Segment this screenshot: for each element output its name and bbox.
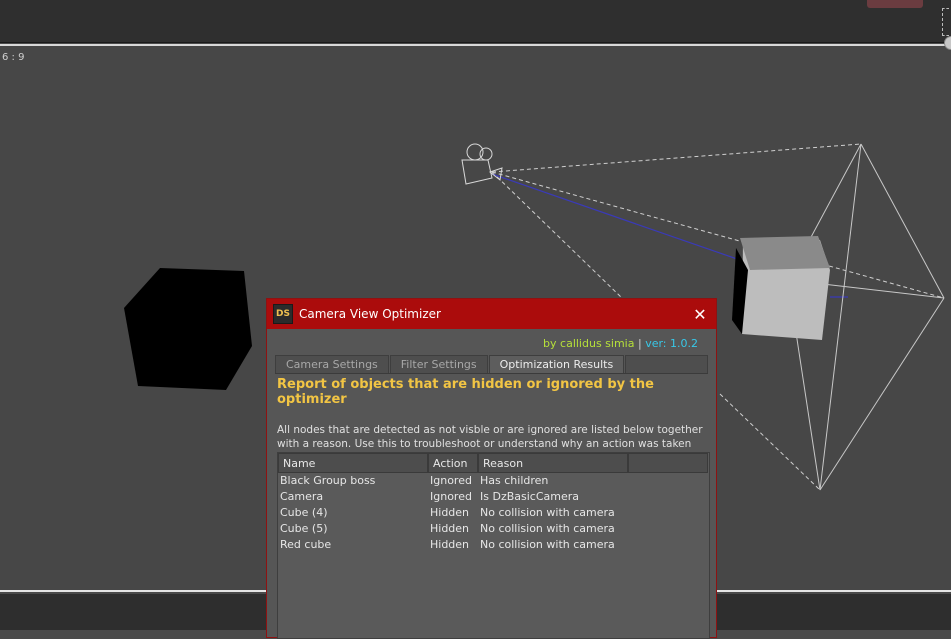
report-title: Report of objects that are hidden or ign… <box>277 377 654 407</box>
black-cube <box>124 268 252 390</box>
tab-bar-filler <box>625 355 708 373</box>
ds-logo-icon: DS <box>273 304 293 324</box>
top-toolbar <box>0 0 951 43</box>
close-icon: ✕ <box>693 304 707 324</box>
results-table[interactable]: Name Action Reason Black Group boss Igno… <box>277 452 710 639</box>
cell-reason: No collision with camera <box>480 538 615 551</box>
camera-view-optimizer-dialog: DS Camera View Optimizer ✕ by callidus s… <box>266 298 717 639</box>
camera-view-line <box>491 173 741 261</box>
cell-reason: Has children <box>480 474 549 487</box>
tab-optimization-results[interactable]: Optimization Results <box>488 355 625 373</box>
viewport-corner-marker <box>942 8 949 36</box>
cell-name: Camera <box>280 490 324 503</box>
cell-action: Hidden <box>430 538 470 551</box>
close-button[interactable]: ✕ <box>690 304 710 324</box>
camera-icon <box>461 143 503 185</box>
cell-action: Hidden <box>430 522 470 535</box>
tab-filter-settings[interactable]: Filter Settings <box>389 355 488 373</box>
column-header-action[interactable]: Action <box>428 453 478 473</box>
dialog-titlebar[interactable]: DS Camera View Optimizer ✕ <box>267 299 716 329</box>
credit-version: ver: 1.0.2 <box>645 337 698 350</box>
cell-name: Red cube <box>280 538 332 551</box>
cell-action: Ignored <box>430 474 472 487</box>
credit-separator: | <box>634 337 646 350</box>
column-header-name[interactable]: Name <box>278 453 428 473</box>
table-row[interactable]: Camera Ignored Is DzBasicCamera <box>278 489 709 505</box>
tab-bar: Camera Settings Filter Settings Optimiza… <box>275 355 708 374</box>
viewport-resize-handle[interactable] <box>944 36 951 50</box>
table-row[interactable]: Cube (5) Hidden No collision with camera <box>278 521 709 537</box>
table-header: Name Action Reason <box>278 453 709 473</box>
cell-reason: Is DzBasicCamera <box>480 490 580 503</box>
credit-line: by callidus simia | ver: 1.0.2 <box>267 329 716 353</box>
table-row[interactable]: Red cube Hidden No collision with camera <box>278 537 709 553</box>
dialog-title: Camera View Optimizer <box>299 307 441 321</box>
table-row[interactable]: Cube (4) Hidden No collision with camera <box>278 505 709 521</box>
table-body: Black Group boss Ignored Has children Ca… <box>278 473 709 553</box>
cell-name: Cube (5) <box>280 522 328 535</box>
cell-reason: No collision with camera <box>480 506 615 519</box>
cell-reason: No collision with camera <box>480 522 615 535</box>
cell-name: Black Group boss <box>280 474 376 487</box>
tab-camera-settings[interactable]: Camera Settings <box>275 355 389 373</box>
cell-action: Ignored <box>430 490 472 503</box>
column-header-reason[interactable]: Reason <box>478 453 628 473</box>
table-row[interactable]: Black Group boss Ignored Has children <box>278 473 709 489</box>
credit-author: by callidus simia <box>543 337 635 350</box>
white-cube-top <box>740 236 830 270</box>
cell-name: Cube (4) <box>280 506 328 519</box>
cell-action: Hidden <box>430 506 470 519</box>
red-cube-thumbnail <box>867 0 923 8</box>
column-header-extra[interactable] <box>628 453 708 473</box>
